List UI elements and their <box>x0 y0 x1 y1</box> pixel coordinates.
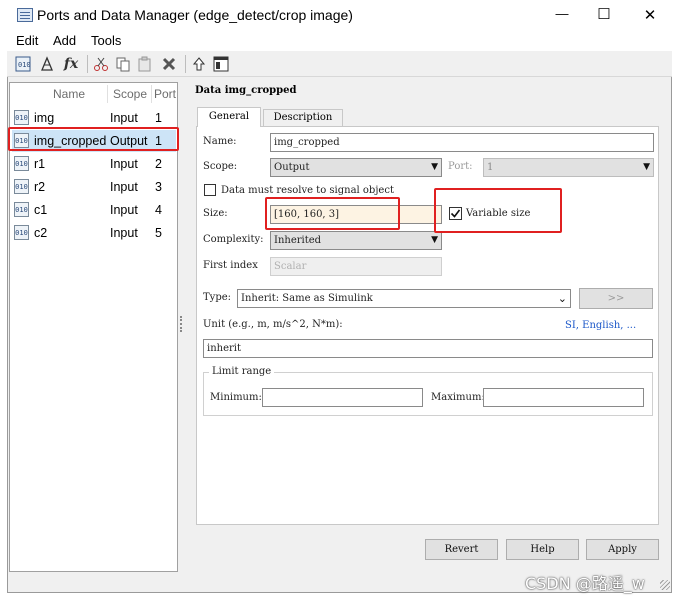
list-item[interactable]: 010 r1 Input 2 <box>12 153 176 175</box>
maximum-label: Maximum: <box>431 392 485 403</box>
port-label: Port: <box>448 161 473 172</box>
list-item-scope: Input <box>110 157 138 171</box>
list-item-name: r2 <box>34 180 46 194</box>
list-item-name: r1 <box>34 157 46 171</box>
first-index-label: First index <box>203 260 258 271</box>
column-header-name[interactable]: Name <box>53 87 85 101</box>
list-item-name: c1 <box>34 203 48 217</box>
model-explorer-icon[interactable] <box>211 54 231 74</box>
tab-description[interactable]: Description <box>263 109 343 126</box>
delete-icon[interactable] <box>159 54 179 74</box>
revert-button[interactable]: Revert <box>425 539 498 560</box>
must-resolve-label: Data must resolve to signal object <box>221 185 394 196</box>
list-item-scope: Input <box>110 180 138 194</box>
app-icon <box>17 8 33 22</box>
data-object-icon: 010 <box>14 202 29 217</box>
maximize-button[interactable]: ☐ <box>589 5 619 23</box>
list-item-port: 2 <box>155 157 162 171</box>
apply-button[interactable]: Apply <box>586 539 659 560</box>
name-field[interactable]: img_cropped <box>270 133 654 152</box>
port-value: 1 <box>487 162 494 173</box>
scope-label: Scope: <box>203 161 238 172</box>
menu-tools[interactable]: Tools <box>91 33 121 48</box>
up-arrow-icon[interactable] <box>189 54 209 74</box>
data-object-icon: 010 <box>14 225 29 240</box>
complexity-value: Inherited <box>274 235 322 246</box>
limit-range-label: Limit range <box>209 366 275 377</box>
menu-edit[interactable]: Edit <box>16 33 38 48</box>
splitter-grip[interactable] <box>180 316 183 332</box>
detail-heading: Data img_cropped <box>195 85 297 96</box>
list-item[interactable]: 010 img Input 1 <box>12 107 176 129</box>
chevron-down-icon: ⌄ <box>557 292 567 305</box>
type-label: Type: <box>203 292 232 303</box>
column-header-scope[interactable]: Scope <box>113 87 147 101</box>
highlight-variable-size <box>434 188 562 233</box>
list-item[interactable]: 010 c1 Input 4 <box>12 199 176 221</box>
chevron-down-icon: ▼ <box>643 162 650 172</box>
data-object-icon: 010 <box>14 156 29 171</box>
list-item-scope: Input <box>110 226 138 240</box>
close-button[interactable]: ✕ <box>635 6 665 24</box>
copy-icon[interactable] <box>113 54 133 74</box>
list-item-name: c2 <box>34 226 48 240</box>
paste-icon[interactable] <box>135 54 155 74</box>
minimize-button[interactable]: — <box>547 6 577 21</box>
toolbar: 010 fx <box>7 51 672 77</box>
resize-grip[interactable] <box>660 580 670 590</box>
add-port-icon[interactable] <box>37 54 57 74</box>
size-label: Size: <box>203 208 228 219</box>
list-item[interactable]: 010 r2 Input 3 <box>12 176 176 198</box>
complexity-label: Complexity: <box>203 234 264 245</box>
unit-system-link[interactable]: SI, English, ... <box>565 320 636 331</box>
menu-add[interactable]: Add <box>53 33 76 48</box>
unit-field[interactable]: inherit <box>203 339 653 358</box>
minimum-field[interactable] <box>262 388 423 407</box>
complexity-dropdown[interactable]: Inherited ▼ <box>270 231 442 250</box>
list-item[interactable]: 010 c2 Input 5 <box>12 222 176 244</box>
highlight-size-field <box>265 197 400 230</box>
list-item-scope: Input <box>110 203 138 217</box>
help-button[interactable]: Help <box>506 539 579 560</box>
watermark: CSDN @路遥_w <box>525 574 645 593</box>
svg-text:010: 010 <box>18 61 31 69</box>
list-item-name: img <box>34 111 55 125</box>
add-data-icon[interactable]: 010 <box>13 54 33 74</box>
cut-icon[interactable] <box>91 54 111 74</box>
general-tab-panel: Name: img_cropped Scope: Output ▼ Port: … <box>196 126 659 525</box>
window-title: Ports and Data Manager (edge_detect/crop… <box>37 7 353 23</box>
port-dropdown[interactable]: 1 ▼ <box>483 158 654 177</box>
list-item-port: 1 <box>155 111 162 125</box>
title-bar: Ports and Data Manager (edge_detect/crop… <box>7 0 672 31</box>
data-object-icon: 010 <box>14 179 29 194</box>
data-object-icon: 010 <box>14 110 29 125</box>
name-label: Name: <box>203 136 237 147</box>
data-type-assistant-button[interactable]: >> <box>579 288 653 309</box>
type-value: Inherit: Same as Simulink <box>241 293 373 304</box>
type-dropdown[interactable]: Inherit: Same as Simulink ⌄ <box>237 289 571 308</box>
minimum-label: Minimum: <box>210 392 262 403</box>
chevron-down-icon: ▼ <box>431 235 438 245</box>
column-header-port[interactable]: Port <box>154 87 176 101</box>
chevron-down-icon: ▼ <box>431 162 438 172</box>
list-item-port: 5 <box>155 226 162 240</box>
data-list-pane: Name Scope Port 010 img Input 1 010 img_cropp… <box>9 82 178 572</box>
tab-general[interactable]: General <box>197 107 261 127</box>
list-item-scope: Input <box>110 111 138 125</box>
must-resolve-checkbox[interactable] <box>204 184 216 196</box>
list-item-port: 4 <box>155 203 162 217</box>
first-index-field[interactable]: Scalar <box>270 257 442 276</box>
fx-icon[interactable]: fx <box>61 54 81 74</box>
menu-bar: Edit Add Tools <box>7 31 672 51</box>
scope-dropdown[interactable]: Output ▼ <box>270 158 442 177</box>
unit-label: Unit (e.g., m, m/s^2, N*m): <box>203 319 343 330</box>
scope-value: Output <box>274 162 310 173</box>
list-item-port: 3 <box>155 180 162 194</box>
highlight-selected-row <box>8 127 179 151</box>
maximum-field[interactable] <box>483 388 644 407</box>
